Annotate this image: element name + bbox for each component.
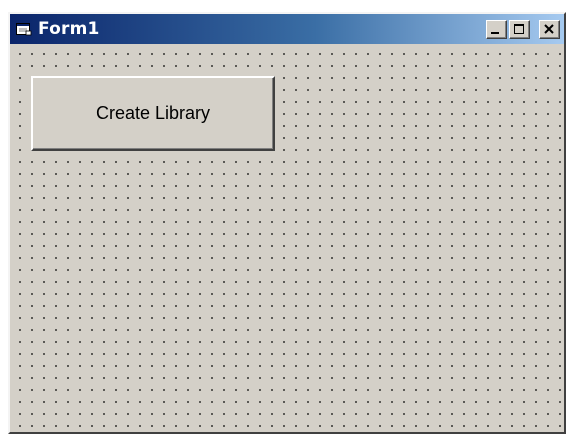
minimize-button[interactable] [486, 20, 507, 39]
form-design-grid[interactable]: Create Library [10, 44, 564, 432]
title-bar[interactable]: Form1 [10, 14, 564, 44]
maximize-button[interactable] [509, 20, 530, 39]
form-window: Form1 Create Library [8, 12, 566, 434]
create-library-button[interactable]: Create Library [31, 76, 275, 151]
maximize-icon [514, 24, 524, 34]
form-icon[interactable] [16, 22, 32, 36]
close-button[interactable] [539, 20, 560, 39]
window-title: Form1 [38, 19, 100, 39]
minimize-icon [491, 32, 499, 34]
close-icon [544, 24, 554, 34]
